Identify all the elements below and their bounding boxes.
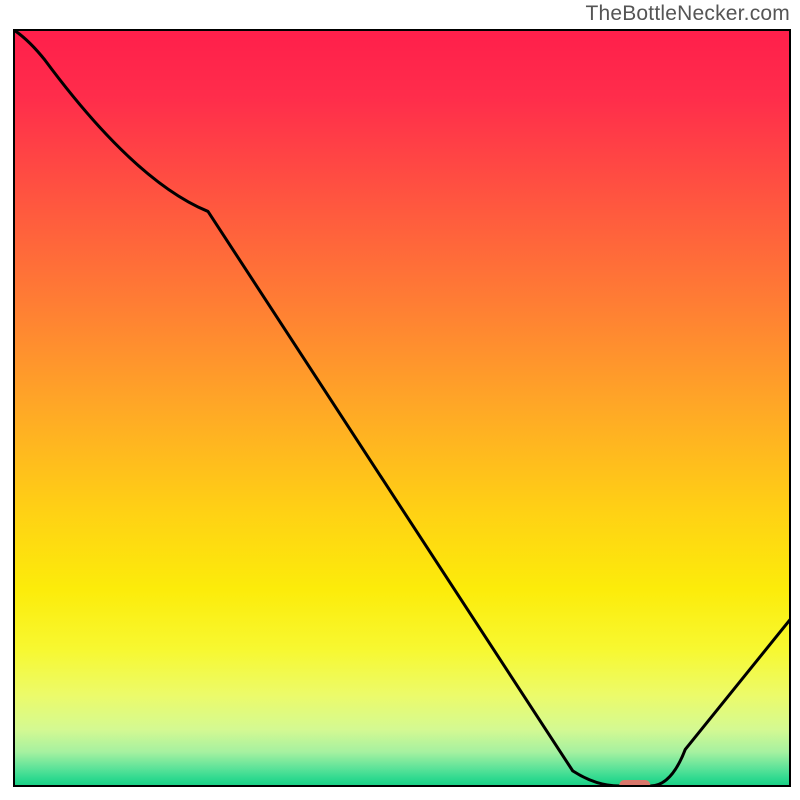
bottleneck-chart bbox=[0, 0, 800, 800]
watermark-text: TheBottleNecker.com bbox=[585, 2, 790, 26]
chart-container: TheBottleNecker.com bbox=[0, 0, 800, 800]
gradient-background bbox=[14, 30, 790, 786]
